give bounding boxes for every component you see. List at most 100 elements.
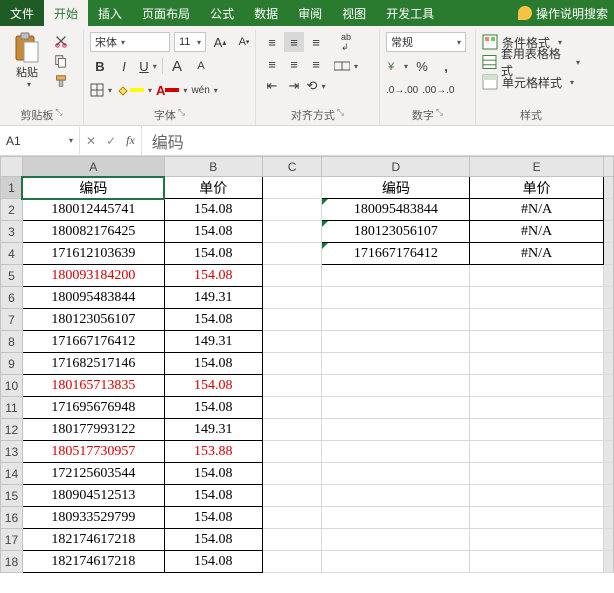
cell[interactable] (470, 441, 604, 463)
cell[interactable]: 154.08 (164, 551, 262, 573)
font-size-dropdown[interactable]: 11▾ (174, 32, 206, 52)
cancel-formula-button[interactable]: ✕ (86, 134, 96, 148)
cell[interactable]: 180904512513 (22, 485, 164, 507)
cell[interactable] (470, 331, 604, 353)
row-header[interactable]: 8 (1, 331, 23, 353)
tab-page-layout[interactable]: 页面布局 (132, 0, 200, 26)
tab-data[interactable]: 数据 (244, 0, 288, 26)
cell[interactable]: 180123056107 (22, 309, 164, 331)
tell-me-search[interactable]: 操作说明搜索 (512, 0, 614, 26)
cell[interactable] (322, 265, 470, 287)
row-header[interactable]: 3 (1, 221, 23, 243)
row-header[interactable]: 10 (1, 375, 23, 397)
cell[interactable] (262, 243, 322, 265)
fill-color-button[interactable]: ▾ (116, 80, 152, 100)
cell[interactable]: 180012445741 (22, 199, 164, 221)
cell[interactable] (322, 419, 470, 441)
tab-review[interactable]: 审阅 (288, 0, 332, 26)
tab-insert[interactable]: 插入 (88, 0, 132, 26)
align-left-button[interactable]: ≡ (262, 54, 282, 74)
comma-button[interactable]: , (436, 56, 456, 76)
cell[interactable] (262, 529, 322, 551)
row-header[interactable]: 6 (1, 287, 23, 309)
percent-button[interactable]: % (412, 56, 432, 76)
row-header[interactable]: 4 (1, 243, 23, 265)
increase-decimal-button[interactable]: .0→.00 (386, 80, 418, 100)
cell[interactable] (322, 441, 470, 463)
name-box[interactable]: A1▾ (0, 126, 80, 155)
cell[interactable] (262, 287, 322, 309)
cell[interactable]: 149.31 (164, 331, 262, 353)
row-header[interactable]: 14 (1, 463, 23, 485)
row-header[interactable]: 16 (1, 507, 23, 529)
cell[interactable] (262, 309, 322, 331)
cell[interactable]: 154.08 (164, 375, 262, 397)
cell[interactable]: 154.08 (164, 353, 262, 375)
cell[interactable]: 180933529799 (22, 507, 164, 529)
cell[interactable]: 154.08 (164, 309, 262, 331)
cell[interactable]: 154.08 (164, 221, 262, 243)
font-shrink-a[interactable]: A (191, 56, 211, 76)
row-header[interactable]: 2 (1, 199, 23, 221)
cell[interactable] (322, 397, 470, 419)
decrease-decimal-button[interactable]: .00→.0 (422, 80, 454, 100)
cell[interactable] (322, 507, 470, 529)
cell[interactable] (470, 529, 604, 551)
cell[interactable] (322, 551, 470, 573)
cell[interactable] (262, 485, 322, 507)
cell[interactable] (322, 353, 470, 375)
row-header[interactable]: 15 (1, 485, 23, 507)
tab-developer[interactable]: 开发工具 (376, 0, 444, 26)
increase-font-button[interactable]: A▴ (210, 32, 230, 52)
cell[interactable]: 154.08 (164, 397, 262, 419)
cell[interactable]: 154.08 (164, 485, 262, 507)
cell[interactable]: 180123056107 (322, 221, 470, 243)
formula-input[interactable]: 编码 (142, 129, 614, 153)
cell[interactable]: 180082176425 (22, 221, 164, 243)
cell[interactable] (470, 397, 604, 419)
number-format-dropdown[interactable]: 常规▾ (386, 32, 466, 52)
copy-button[interactable] (52, 52, 70, 70)
cell[interactable]: 149.31 (164, 287, 262, 309)
borders-button[interactable]: ▾ (90, 80, 112, 100)
row-header[interactable]: 5 (1, 265, 23, 287)
cell[interactable] (322, 529, 470, 551)
format-as-table-button[interactable]: 套用表格格式▾ (482, 52, 580, 72)
italic-button[interactable]: I (114, 56, 134, 76)
col-header-a[interactable]: A (22, 157, 164, 177)
cell[interactable]: 编码 (22, 177, 164, 199)
row-header[interactable]: 18 (1, 551, 23, 573)
align-launcher[interactable]: ⤡ (337, 107, 344, 123)
cell[interactable]: 171612103639 (22, 243, 164, 265)
cell[interactable] (470, 507, 604, 529)
cell[interactable] (262, 221, 322, 243)
row-header[interactable]: 13 (1, 441, 23, 463)
cell[interactable]: 编码 (322, 177, 470, 199)
wrap-text-button[interactable]: ab↲ (332, 32, 360, 52)
tab-view[interactable]: 视图 (332, 0, 376, 26)
accounting-format-button[interactable]: ¥▾ (386, 56, 408, 76)
cell[interactable] (262, 419, 322, 441)
cell[interactable] (262, 375, 322, 397)
font-name-dropdown[interactable]: 宋体▾ (90, 32, 170, 52)
cell[interactable] (262, 353, 322, 375)
cell[interactable]: 154.08 (164, 529, 262, 551)
cell[interactable] (470, 265, 604, 287)
cell[interactable] (262, 199, 322, 221)
row-header[interactable]: 17 (1, 529, 23, 551)
cell[interactable] (262, 551, 322, 573)
cell[interactable]: 180165713835 (22, 375, 164, 397)
cell[interactable]: 154.08 (164, 507, 262, 529)
cell[interactable] (262, 177, 322, 199)
cell[interactable]: 182174617218 (22, 551, 164, 573)
cell[interactable]: 171667176412 (322, 243, 470, 265)
cell[interactable] (470, 309, 604, 331)
cell[interactable]: 153.88 (164, 441, 262, 463)
decrease-indent-button[interactable]: ⇤ (262, 76, 282, 96)
cell[interactable]: 182174617218 (22, 529, 164, 551)
cell-styles-button[interactable]: 单元格样式▾ (482, 72, 574, 92)
cell[interactable]: #N/A (470, 221, 604, 243)
cell[interactable] (322, 485, 470, 507)
align-middle-button[interactable]: ≡ (284, 32, 304, 52)
row-header[interactable]: 9 (1, 353, 23, 375)
